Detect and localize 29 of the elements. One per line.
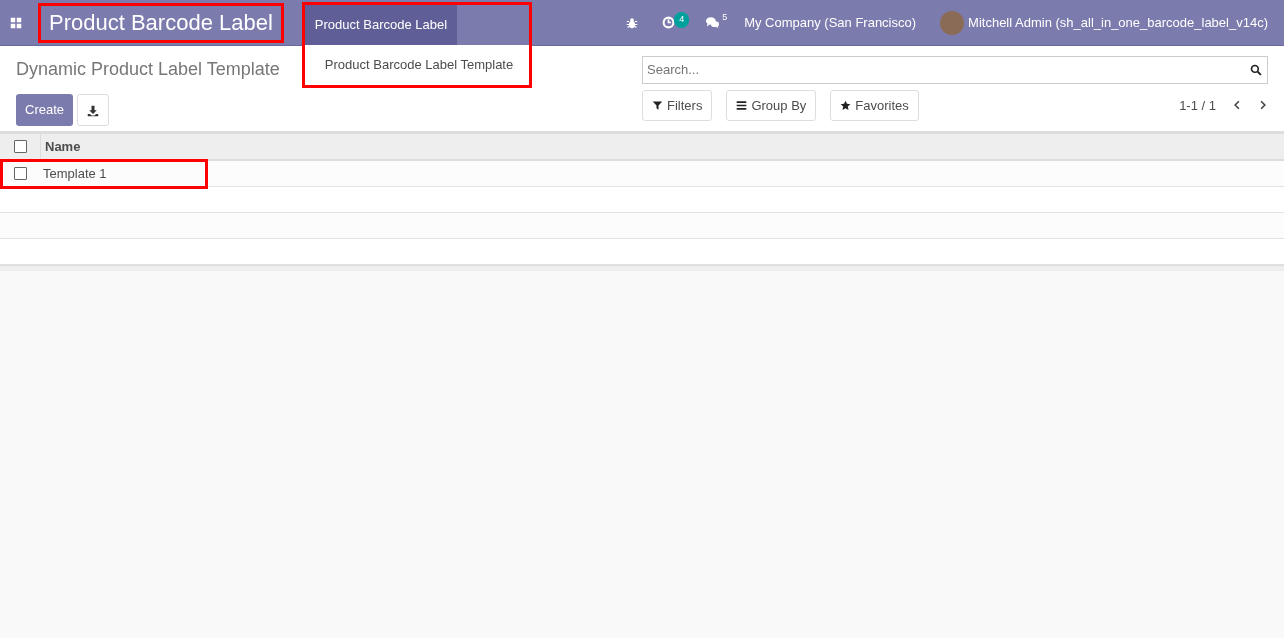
message-count: 5 — [722, 11, 728, 24]
download-button[interactable] — [77, 94, 110, 126]
bug-icon[interactable] — [626, 16, 639, 29]
apps-menu-icon[interactable] — [10, 16, 22, 29]
dropdown-item[interactable]: Product Barcode Label Template — [304, 49, 529, 81]
star-icon — [840, 99, 852, 111]
filter-button[interactable]: Filters — [642, 89, 713, 121]
create-button[interactable]: Create — [16, 94, 74, 126]
table-cell[interactable]: Template 1 — [40, 163, 107, 184]
chat-bubbles-icon[interactable] — [705, 16, 721, 29]
menu-tab[interactable]: Product Barcode Label — [304, 5, 458, 45]
app-title: Product Barcode Label — [38, 2, 284, 43]
favorite-button[interactable]: Favorites — [830, 89, 919, 121]
row-checkbox[interactable] — [13, 167, 27, 180]
chevron-left-icon[interactable] — [1232, 99, 1242, 112]
user-avatar — [940, 10, 965, 35]
column-header[interactable]: Name — [40, 134, 81, 159]
activity-count-badge: 4 — [674, 12, 690, 28]
list-icon — [736, 99, 748, 111]
group-button[interactable]: Group By — [726, 89, 817, 121]
select-all-checkbox[interactable] — [13, 140, 27, 153]
breadcrumb-title: Dynamic Product Label Template — [16, 58, 280, 81]
download-icon — [87, 104, 100, 117]
chevron-right-icon[interactable] — [1258, 99, 1268, 112]
filter-icon — [652, 99, 663, 111]
clock-icon[interactable] — [662, 16, 676, 29]
company-switcher[interactable]: My Company (San Francisco) — [744, 12, 917, 33]
pager-value: 1-1 / 1 — [1179, 96, 1216, 115]
user-menu[interactable]: Mitchell Admin (sh_all_in_one_barcode_label_v14c) — [968, 12, 1268, 33]
